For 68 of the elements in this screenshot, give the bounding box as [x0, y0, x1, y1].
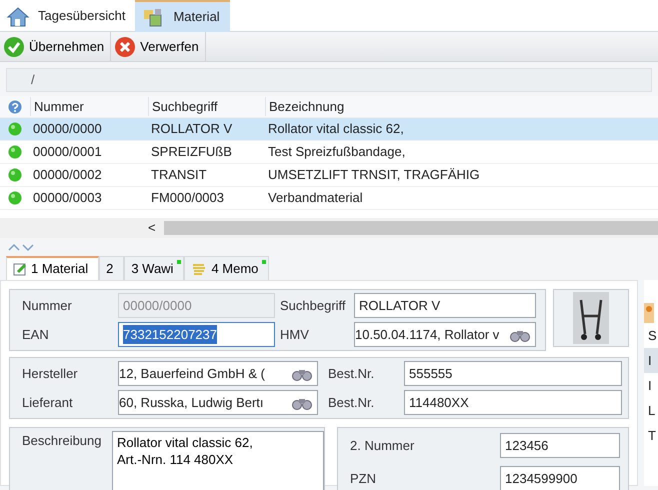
input-field[interactable]: 10.50.04.1174, Rollator v	[354, 322, 536, 347]
field-label: PZN	[350, 470, 377, 488]
table-cell-text: UMSETZLIFT TRNSIT, TRAGFÄHIG	[267, 166, 481, 184]
column-header[interactable]: Bezeichnung	[265, 96, 658, 116]
detail-tab[interactable]: 2	[99, 256, 124, 280]
input-field[interactable]: 1234599900	[500, 466, 620, 490]
table-cell-text: ROLLATOR V	[150, 120, 234, 138]
field-label: HMV	[280, 326, 310, 344]
collapse-arrows-icon	[8, 242, 36, 252]
status-dot-icon	[8, 191, 22, 205]
detail-tab[interactable]: 1 Material	[6, 256, 100, 280]
table-row[interactable]: 00000/0000 ROLLATOR V Rollator vital classic 62,	[0, 118, 658, 141]
field-label: Beschreibung	[22, 432, 102, 450]
list-item[interactable]: T	[644, 422, 658, 448]
house-icon	[6, 5, 30, 27]
input-field[interactable]: ROLLATOR V	[354, 293, 536, 318]
check-icon	[3, 36, 25, 58]
table-cell-text: 00000/0000	[32, 120, 103, 138]
field-label: Suchbegriff	[280, 296, 347, 315]
list-item[interactable]: I	[644, 348, 658, 373]
app-tab[interactable]: Tagesübersicht	[0, 0, 136, 32]
list-item[interactable]: I	[644, 372, 658, 398]
input-field[interactable]: 7332152207237	[118, 322, 275, 347]
table-cell-text: Verbandmaterial	[267, 189, 364, 208]
field-label: Nummer	[22, 296, 73, 315]
input-field[interactable]: 555555	[404, 361, 622, 386]
table-cell-text: 00000/0001	[32, 143, 103, 162]
field-label: EAN	[22, 326, 50, 344]
field-label: Hersteller	[22, 364, 79, 383]
field-label: Lieferant	[22, 394, 74, 412]
table-row[interactable]: 00000/0002 TRANSIT UMSETZLIFT TRNSIT, TRAGFÄHIG	[0, 164, 658, 187]
scroll-left-button[interactable]: <	[148, 218, 156, 238]
path-field: /	[6, 68, 652, 92]
app-tab[interactable]: Material	[135, 0, 230, 32]
table-cell-text: SPREIZFUßB	[150, 143, 233, 162]
column-header[interactable]: Nummer	[30, 96, 148, 116]
edit-icon	[13, 262, 27, 276]
description-field[interactable]: Rollator vital classic 62, Art.-Nrn. 114 480XX	[112, 431, 324, 490]
help-icon	[8, 100, 22, 114]
field-label: Best.Nr.	[328, 394, 376, 412]
input-field[interactable]: 60, Russka, Ludwig Bertı	[118, 390, 318, 415]
table-cell-text: Test Spreizfußbandage,	[267, 143, 406, 162]
table-cell-text: 00000/0003	[32, 189, 103, 208]
table-cell-text: FM000/0003	[150, 189, 225, 208]
photo-placeholder	[573, 292, 610, 344]
table-cell-text: 00000/0002	[32, 166, 103, 184]
table-row[interactable]: 00000/0003 FM000/0003 Verbandmaterial	[0, 187, 658, 210]
notes-icon	[191, 262, 208, 276]
table-cell-text: Rollator vital classic 62,	[267, 120, 405, 138]
detail-tab[interactable]: 3 Wawi	[124, 256, 184, 280]
list-item[interactable]: S	[644, 322, 658, 348]
status-dot-icon	[8, 145, 22, 159]
input-field[interactable]: 114480XX	[404, 390, 622, 415]
table-cell-text: TRANSIT	[150, 166, 208, 184]
input-field[interactable]: 123456	[500, 433, 620, 458]
list-item[interactable]: L	[644, 398, 658, 423]
discard-button[interactable]: Verwerfen	[111, 32, 206, 62]
column-header[interactable]: Suchbegriff	[148, 96, 265, 116]
detail-tab[interactable]: 4 Memo	[184, 256, 270, 280]
close-icon	[114, 36, 136, 58]
field-label: Best.Nr.	[328, 364, 376, 383]
status-dot-icon	[8, 122, 22, 136]
status-dot-icon	[8, 168, 22, 182]
accept-button[interactable]: Übernehmen	[0, 32, 112, 62]
table-row[interactable]: 00000/0001 SPREIZFUßB Test Spreizfußbandage,	[0, 141, 658, 164]
input-field[interactable]: 12, Bauerfeind GmbH & (	[118, 361, 318, 386]
scrollbar-thumb[interactable]	[164, 221, 658, 235]
field-label: 2. Nummer	[350, 436, 416, 455]
